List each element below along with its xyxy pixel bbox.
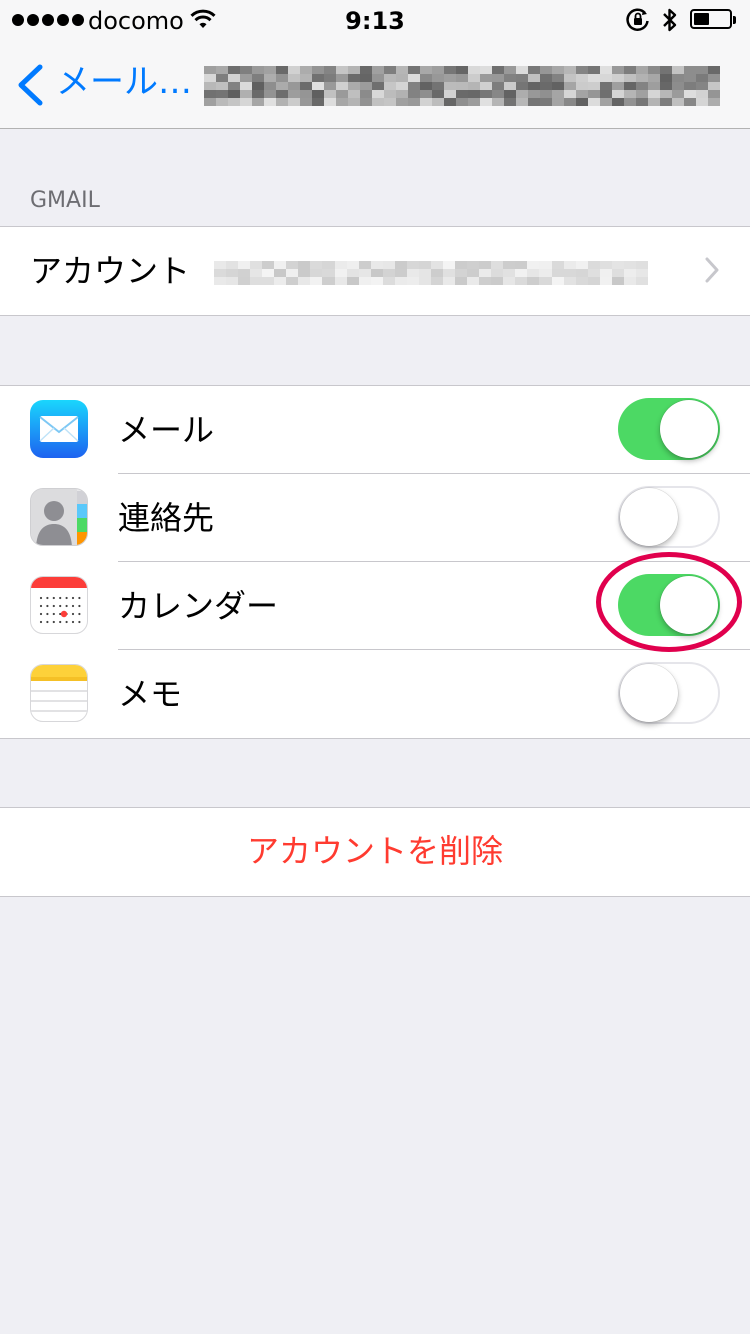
notes-toggle[interactable] — [618, 662, 720, 724]
navigation-bar: メール… — [0, 40, 750, 129]
contacts-app-icon — [30, 488, 88, 546]
back-chevron-icon[interactable] — [16, 64, 44, 106]
status-bar: docomo 9:13 — [0, 0, 750, 40]
account-group: アカウント — [0, 226, 750, 316]
delete-account-group: アカウントを削除 — [0, 807, 750, 897]
section-header-gmail: GMAIL — [30, 188, 100, 213]
mail-app-icon — [30, 400, 88, 458]
mail-toggle[interactable] — [618, 398, 720, 460]
service-row-notes: メモ — [0, 650, 750, 738]
bluetooth-icon — [663, 8, 677, 32]
battery-icon — [690, 9, 738, 31]
contacts-toggle[interactable] — [618, 486, 720, 548]
service-label-calendar: カレンダー — [118, 587, 279, 625]
service-row-mail: メール — [0, 386, 750, 474]
service-label-contacts: 連絡先 — [118, 499, 215, 537]
service-label-mail: メール — [118, 411, 215, 449]
account-label: アカウント — [30, 252, 191, 290]
redacted-account-value — [214, 261, 648, 285]
account-row[interactable]: アカウント — [0, 227, 750, 315]
calendar-toggle-highlight — [596, 552, 742, 652]
service-label-notes: メモ — [118, 675, 183, 713]
delete-account-button[interactable]: アカウントを削除 — [0, 828, 750, 874]
back-button[interactable]: メール… — [56, 62, 192, 102]
notes-app-icon — [30, 664, 88, 722]
service-row-contacts: 連絡先 — [0, 474, 750, 562]
chevron-right-icon — [705, 257, 719, 283]
rotation-lock-icon — [626, 8, 649, 31]
calendar-app-icon — [30, 576, 88, 634]
redacted-account-title — [204, 66, 720, 106]
